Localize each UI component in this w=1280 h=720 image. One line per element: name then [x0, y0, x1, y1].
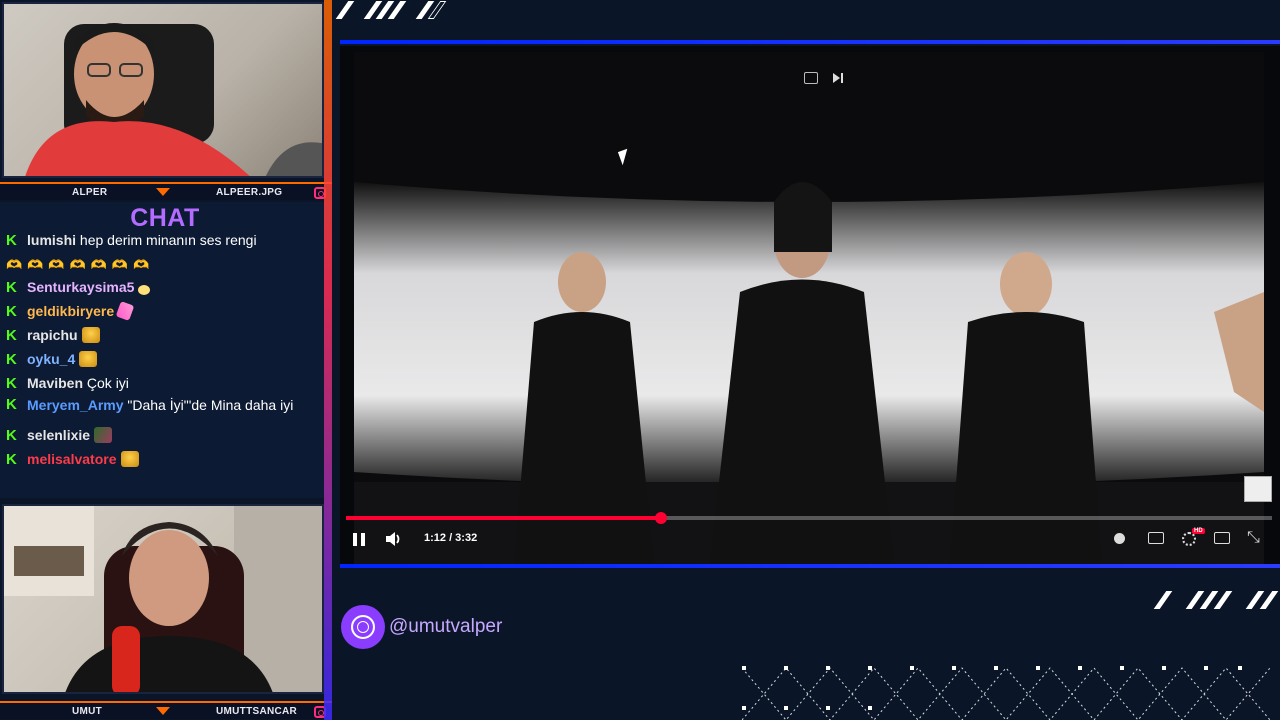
- stripe: [1213, 591, 1233, 609]
- chat-username: melisalvatore: [27, 451, 117, 467]
- chat-username: Meryem_Army: [27, 397, 124, 413]
- chat-username: rapichu: [27, 327, 78, 343]
- decorative-stripes: [335, 0, 447, 22]
- theater-mode-button[interactable]: [1214, 532, 1230, 544]
- triangle-icon: [156, 707, 170, 715]
- next-video-icon[interactable]: [832, 72, 846, 84]
- video-frame[interactable]: [354, 52, 1264, 564]
- kick-badge-icon: [6, 396, 18, 413]
- webcam-umut: [2, 504, 324, 694]
- streamer-name: ALPER: [72, 186, 108, 198]
- chat-message: melisalvatore: [6, 447, 324, 471]
- chat-message: 🫶🫶🫶🫶🫶🫶🫶: [6, 252, 324, 275]
- volume-icon: [386, 532, 400, 546]
- progress-scrubber[interactable]: [654, 512, 667, 524]
- chat-message: Meryem_Army "Daha İyi"'de Mina daha iyi: [6, 395, 324, 419]
- triangle-icon: [156, 188, 170, 196]
- kick-badge-icon: [6, 278, 18, 298]
- streamer-handle: UMUTTSANCAR: [216, 705, 298, 717]
- chat-message: selenlixie: [6, 423, 324, 447]
- kick-badge-icon: [6, 426, 18, 446]
- emote-icon: [79, 351, 98, 367]
- emote-icon: [138, 285, 151, 295]
- webcam-person-graphic: [4, 506, 322, 692]
- emote-icon: [81, 327, 100, 343]
- stripe: [1153, 591, 1173, 609]
- name-bar-bottom: UMUT UMUTTSANCAR: [0, 701, 332, 719]
- fullscreen-button[interactable]: [1246, 527, 1262, 547]
- divider: [340, 40, 1280, 44]
- chat-message: oyku_4: [6, 347, 324, 371]
- stripe: [1259, 591, 1279, 609]
- webcam-alper: [2, 2, 324, 178]
- video-player[interactable]: 1:12 / 3:32 HD: [340, 46, 1280, 564]
- kick-badge-icon: [6, 450, 18, 470]
- chat-username: oyku_4: [27, 351, 76, 367]
- emote-icon: [115, 301, 135, 321]
- chat-message: Maviben Çok iyi: [6, 371, 324, 395]
- accent-edge: [324, 0, 332, 720]
- volume-button[interactable]: [384, 526, 404, 552]
- progress-bar[interactable]: [346, 512, 1272, 524]
- social-handle-text: @umutvalper: [389, 616, 503, 637]
- chat-message: rapichu: [6, 323, 324, 347]
- miniplayer-icon[interactable]: [804, 72, 818, 84]
- subtitles-button[interactable]: [1148, 532, 1164, 544]
- globe-icon: [341, 605, 385, 649]
- autoplay-toggle[interactable]: [1112, 530, 1128, 546]
- hd-badge: HD: [1192, 528, 1205, 534]
- channel-watermark-icon[interactable]: [1244, 476, 1272, 502]
- chat-username: selenlixie: [27, 427, 91, 443]
- streamer-handle: ALPEER.JPG: [216, 186, 283, 198]
- pause-button[interactable]: [350, 526, 368, 552]
- emote-icon: [120, 451, 139, 467]
- decorative-stripes: [1153, 590, 1279, 609]
- kick-badge-icon: [6, 374, 18, 394]
- progress-fill: [346, 516, 661, 520]
- chat-panel: CHAT lumishi hep derim minanın ses rengi…: [0, 202, 330, 498]
- emote-icon: [94, 427, 113, 443]
- streamer-name: UMUT: [72, 705, 103, 717]
- kick-badge-icon: [6, 350, 18, 370]
- kick-badge-icon: [6, 302, 18, 322]
- name-bar-top: ALPER ALPEER.JPG: [0, 182, 332, 200]
- divider: [340, 564, 1280, 568]
- social-handle: @umutvalper: [341, 605, 502, 649]
- chat-message: geldikbiryere: [6, 299, 324, 323]
- player-controls: 1:12 / 3:32 HD: [340, 526, 1280, 552]
- kick-badge-icon: [6, 326, 18, 346]
- decorative-pattern: [742, 666, 1271, 720]
- chat-text: Çok iyi: [86, 375, 129, 391]
- chat-text: 🫶🫶🫶🫶🫶🫶🫶: [6, 257, 155, 272]
- chat-message: lumishi hep derim minanın ses rengi: [6, 228, 324, 252]
- chat-username: geldikbiryere: [27, 303, 115, 319]
- chat-username: Senturkaysima5: [27, 279, 135, 295]
- time-display: 1:12 / 3:32: [424, 532, 478, 544]
- left-column: ALPER ALPEER.JPG CHAT lumishi hep derim …: [0, 0, 332, 720]
- kick-badge-icon: [6, 231, 18, 251]
- stripe: [335, 1, 355, 19]
- chat-message: Senturkaysima5: [6, 275, 324, 299]
- webcam-person-graphic: [25, 23, 322, 176]
- chat-text: "Daha İyi"'de Mina daha iyi: [127, 397, 294, 413]
- chat-username: Maviben: [27, 375, 84, 391]
- music-video-graphic: [354, 52, 1264, 564]
- chat-username: lumishi: [27, 232, 77, 248]
- chat-text: hep derim minanın ses rengi: [79, 232, 257, 248]
- chat-messages: lumishi hep derim minanın ses rengi 🫶🫶🫶🫶…: [6, 230, 324, 471]
